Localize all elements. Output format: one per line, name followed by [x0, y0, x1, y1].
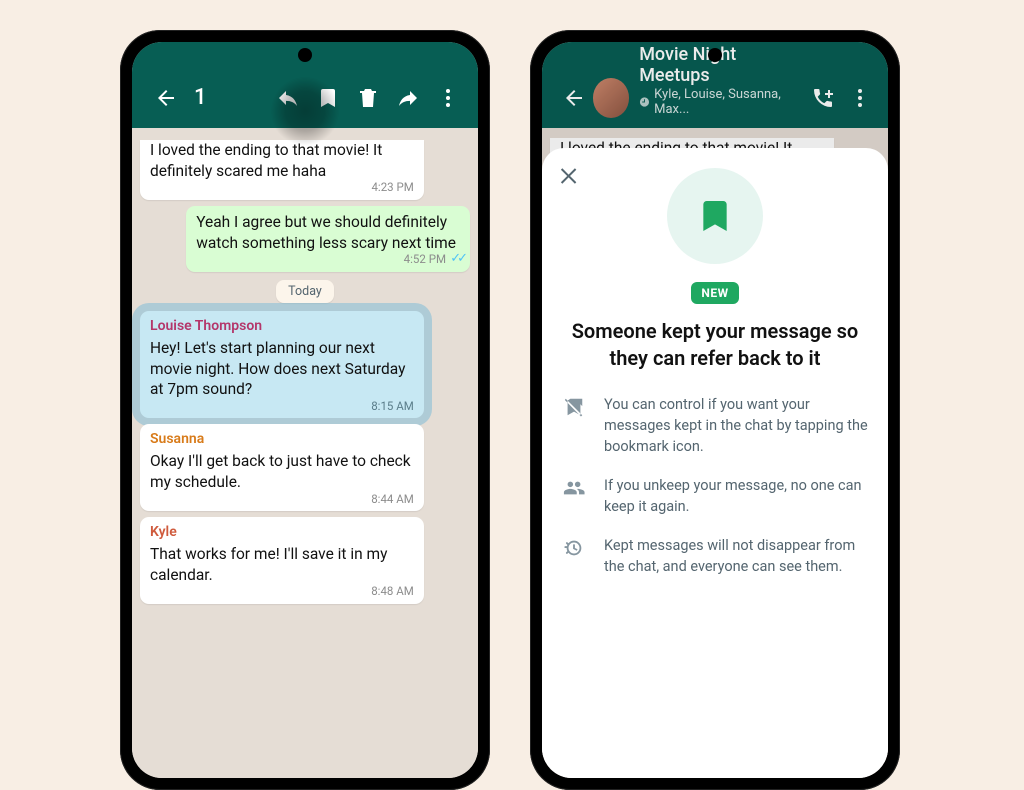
bookmark-icon — [316, 86, 340, 110]
bullet-text: Kept messages will not disappear from th… — [604, 535, 870, 577]
message-sender: Kyle — [150, 523, 414, 542]
overflow-button[interactable] — [428, 78, 468, 118]
delete-button[interactable] — [348, 78, 388, 118]
message-text: Hey! Let's start planning our next movie… — [150, 339, 405, 399]
bookmark-hero — [667, 168, 763, 264]
chat-pane[interactable]: I loved the ending to that movie! It def… — [132, 128, 478, 778]
message-text: Yeah I agree but we should definitely wa… — [196, 213, 456, 252]
close-button[interactable] — [556, 162, 584, 190]
forward-button[interactable] — [388, 78, 428, 118]
screen-right: Movie Night Meetups Kyle, Louise, Susann… — [542, 42, 888, 778]
message-text: Okay I'll get back to just have to check… — [150, 452, 411, 491]
message-time: 4:23 PM — [371, 180, 413, 196]
phone-left: 1 I loved the ending to that movie! It d… — [120, 30, 490, 790]
screen-left: 1 I loved the ending to that movie! It d… — [132, 42, 478, 778]
timer-icon — [560, 535, 588, 559]
message-sender: Louise Thompson — [150, 317, 414, 336]
read-ticks-icon: ✓✓ — [450, 250, 464, 268]
reply-button[interactable] — [268, 78, 308, 118]
bullet-text: You can control if you want your message… — [604, 394, 870, 457]
bookmark-off-icon — [560, 394, 588, 418]
message-bubble[interactable]: Susanna Okay I'll get back to just have … — [140, 424, 424, 511]
date-chip: Today — [276, 280, 334, 303]
arrow-left-icon — [154, 86, 178, 110]
camera-notch — [708, 48, 722, 62]
message-text: That works for me! I'll save it in my ca… — [150, 545, 387, 584]
message-time: 8:44 AM — [371, 492, 414, 508]
message-time: 4:52 PM — [404, 252, 446, 268]
sheet-title: Someone kept your message so they can re… — [560, 318, 870, 372]
sheet-bullets: You can control if you want your message… — [560, 394, 870, 595]
message-time: 8:15 AM — [371, 399, 414, 415]
message-bubble[interactable]: Kyle That works for me! I'll save it in … — [140, 517, 424, 604]
bookmark-icon — [695, 196, 735, 236]
message-bubble-selected[interactable]: Louise Thompson Hey! Let's start plannin… — [140, 311, 424, 419]
message-time: 8:48 AM — [371, 584, 414, 600]
message-bubble-out[interactable]: Yeah I agree but we should definitely wa… — [186, 206, 470, 272]
message-text: I loved the ending to that movie! It def… — [150, 141, 382, 180]
message-bubble[interactable]: I loved the ending to that movie! It def… — [140, 140, 424, 200]
selection-count: 1 — [194, 78, 207, 118]
people-icon — [560, 475, 588, 499]
close-icon — [558, 164, 582, 188]
back-button[interactable] — [146, 78, 186, 118]
new-badge: NEW — [691, 282, 738, 304]
bullet-text: If you unkeep your message, no one can k… — [604, 475, 870, 517]
forward-icon — [396, 86, 420, 110]
phone-right: Movie Night Meetups Kyle, Louise, Susann… — [530, 30, 900, 790]
kept-message-sheet: NEW Someone kept your message so they ca… — [542, 148, 888, 778]
reply-icon — [276, 86, 300, 110]
camera-notch — [298, 48, 312, 62]
message-sender: Susanna — [150, 430, 414, 449]
more-vert-icon — [436, 86, 460, 110]
bookmark-button[interactable] — [308, 78, 348, 118]
trash-icon — [356, 86, 380, 110]
